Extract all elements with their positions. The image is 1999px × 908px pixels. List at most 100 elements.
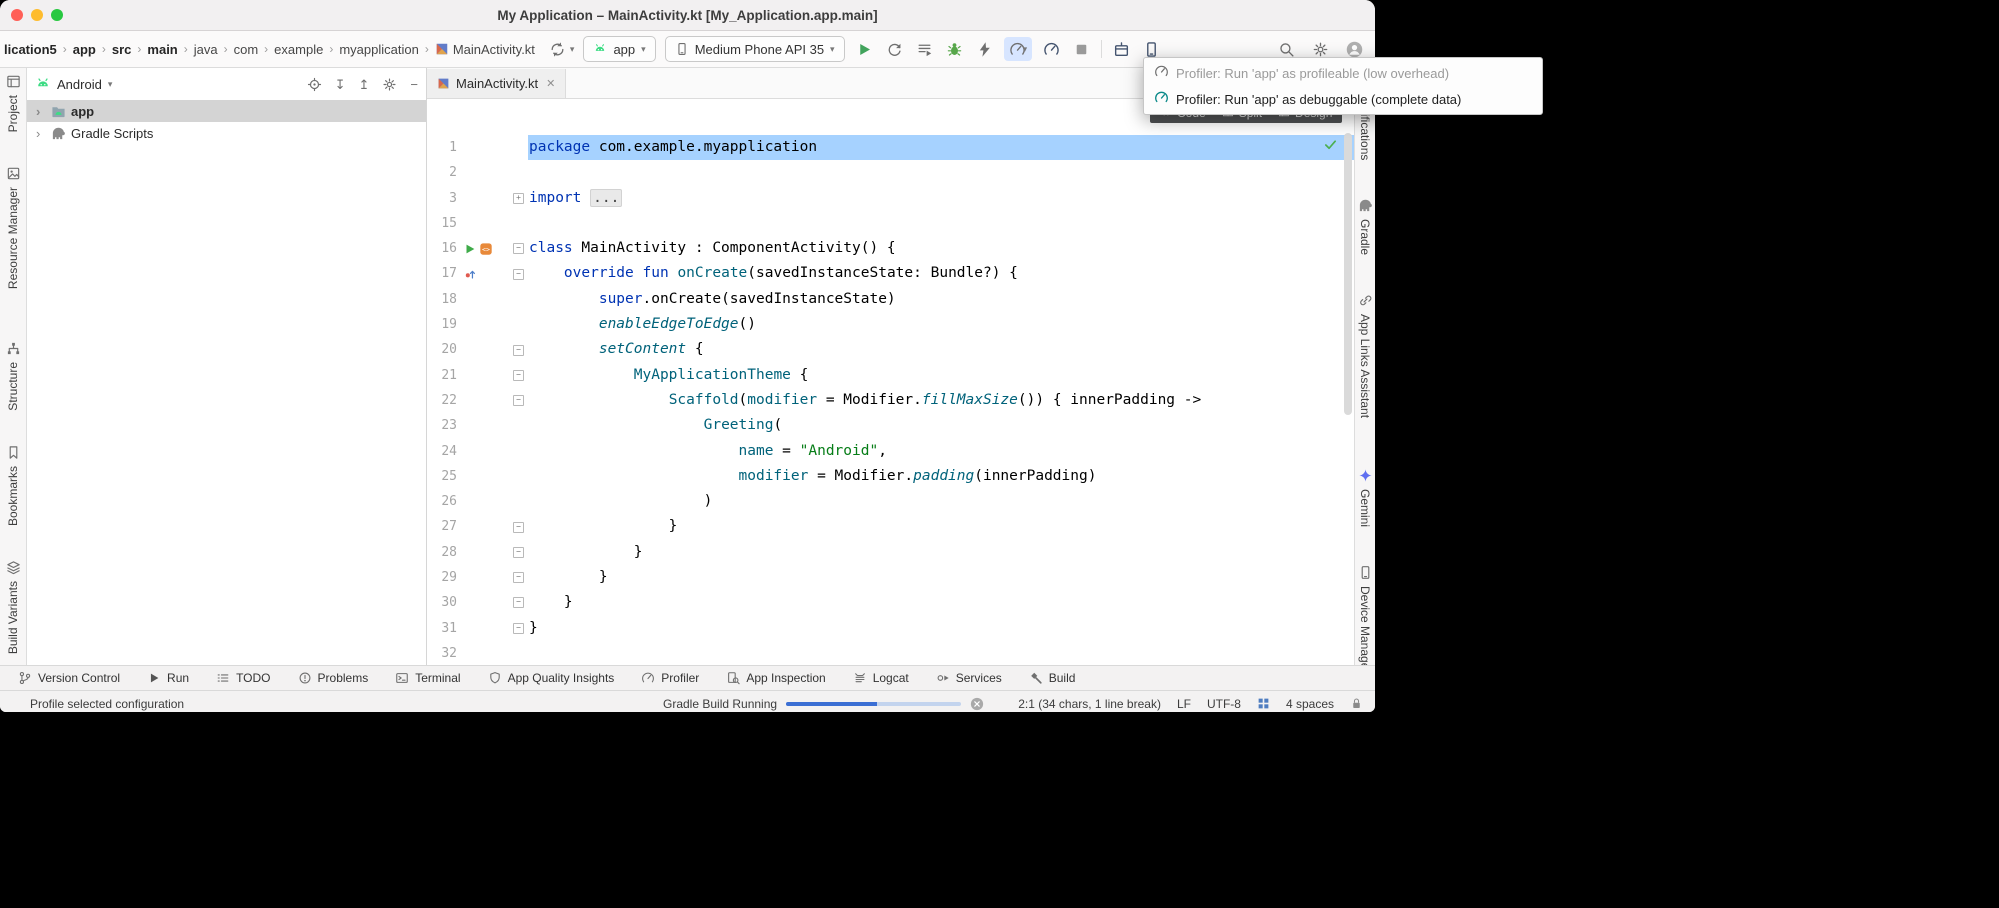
tab-mainactivity[interactable]: MainActivity.kt ✕ xyxy=(427,69,566,98)
line-number[interactable]: 25 xyxy=(427,464,457,489)
run-config-selector[interactable]: app ▾ xyxy=(583,36,655,62)
expand-all-icon[interactable]: ↥ xyxy=(359,78,370,91)
editor-scrollbar[interactable] xyxy=(1344,133,1352,415)
code-line[interactable]: 1package com.example.myapplication xyxy=(427,135,1354,160)
sdk-manager-button[interactable] xyxy=(1111,39,1132,60)
popup-item-profiler-run-app-as-debugga[interactable]: Profiler: Run 'app' as debuggable (compl… xyxy=(1144,86,1542,112)
run-button[interactable] xyxy=(854,39,875,60)
apply-changes-button[interactable] xyxy=(974,39,995,60)
code-line[interactable]: 2 xyxy=(427,160,1354,185)
tool-window-button-build-variants[interactable]: Build Variants xyxy=(6,560,21,654)
line-number[interactable]: 18 xyxy=(427,287,457,312)
line-number[interactable]: 22 xyxy=(427,388,457,413)
code-line[interactable]: 30 − } xyxy=(427,590,1354,615)
locate-file-icon[interactable] xyxy=(307,77,322,92)
line-number[interactable]: 30 xyxy=(427,590,457,615)
code-text[interactable]: override fun onCreate(savedInstanceState… xyxy=(528,261,1354,286)
fold-marker-icon[interactable]: − xyxy=(513,623,524,634)
debug-button[interactable] xyxy=(944,39,965,60)
breadcrumb-java[interactable]: java xyxy=(192,41,220,58)
code-line[interactable]: 31−} xyxy=(427,616,1354,641)
fold-marker-icon[interactable]: − xyxy=(513,597,524,608)
inspections-ok-icon[interactable] xyxy=(1323,137,1338,152)
caret-position[interactable]: 2:1 (34 chars, 1 line break) xyxy=(1018,697,1161,711)
code-text[interactable]: Scaffold(modifier = Modifier.fillMaxSize… xyxy=(528,388,1354,413)
fold-marker-icon[interactable]: − xyxy=(513,572,524,583)
fold-marker-icon[interactable]: − xyxy=(513,370,524,381)
line-number[interactable]: 27 xyxy=(427,514,457,539)
tool-window-button-services[interactable]: Services xyxy=(936,671,1002,685)
code-line[interactable]: 22 − Scaffold(modifier = Modifier.fillMax… xyxy=(427,388,1354,413)
code-line[interactable]: 21− MyApplicationTheme { xyxy=(427,363,1354,388)
code-line[interactable]: 32 xyxy=(427,641,1354,665)
code-line[interactable]: 19 enableEdgeToEdge() xyxy=(427,312,1354,337)
breadcrumb-myapplication[interactable]: myapplication xyxy=(337,41,421,58)
chevron-down-icon[interactable]: ▾ xyxy=(570,44,575,55)
line-number[interactable]: 28 xyxy=(427,540,457,565)
code-text[interactable]: } xyxy=(528,616,1354,641)
tool-window-button-build[interactable]: Build xyxy=(1029,671,1076,685)
tool-window-button-gemini[interactable]: Gemini xyxy=(1358,468,1373,527)
fold-marker-icon[interactable]: − xyxy=(513,269,524,280)
fold-marker-icon[interactable]: − xyxy=(513,345,524,356)
tree-item-app[interactable]: ›app xyxy=(27,100,426,122)
code-text[interactable]: Greeting( xyxy=(528,413,1354,438)
code-line[interactable]: 17 − override fun onCreate(savedInstanceS… xyxy=(427,261,1354,286)
line-number[interactable]: 16 xyxy=(427,236,457,261)
tool-window-button-device-manager[interactable]: Device Manager xyxy=(1358,565,1373,673)
tool-window-button-profiler[interactable]: Profiler xyxy=(641,671,699,685)
breadcrumb-example[interactable]: example xyxy=(272,41,325,58)
code-text[interactable]: } xyxy=(528,590,1354,615)
tool-window-button-app-links-assistant[interactable]: App Links Assistant xyxy=(1358,293,1373,418)
tool-window-button-version-control[interactable]: Version Control xyxy=(18,671,120,685)
line-number[interactable]: 3 xyxy=(427,186,457,211)
code-text[interactable]: } xyxy=(528,514,1354,539)
device-selector[interactable]: Medium Phone API 35 ▾ xyxy=(665,36,845,62)
code-text[interactable]: package com.example.myapplication xyxy=(528,135,1354,160)
code-line[interactable]: 16<>−class MainActivity : ComponentActiv… xyxy=(427,236,1354,261)
code-text[interactable]: enableEdgeToEdge() xyxy=(528,312,1354,337)
tree-item-gradle-scripts[interactable]: ›Gradle Scripts xyxy=(27,122,426,144)
code-line[interactable]: 25 modifier = Modifier.padding(innerPadd… xyxy=(427,464,1354,489)
code-text[interactable]: name = "Android", xyxy=(528,439,1354,464)
collapse-all-icon[interactable]: ↧ xyxy=(335,78,346,91)
line-number[interactable]: 29 xyxy=(427,565,457,590)
fold-marker-icon[interactable]: − xyxy=(513,522,524,533)
fold-marker-icon[interactable]: − xyxy=(513,395,524,406)
sync-dropdown-icon[interactable] xyxy=(549,41,566,58)
run-gutter-icon[interactable] xyxy=(463,242,477,256)
tool-window-button-problems[interactable]: Problems xyxy=(298,671,369,685)
code-line[interactable]: 27 − } xyxy=(427,514,1354,539)
line-number[interactable]: 2 xyxy=(427,160,457,185)
fold-marker-icon[interactable]: + xyxy=(513,193,524,204)
code-line[interactable]: 3 + import ... xyxy=(427,186,1354,211)
code-line[interactable]: 20− setContent { xyxy=(427,337,1354,362)
file-encoding[interactable]: UTF-8 xyxy=(1207,697,1241,711)
fold-marker-icon[interactable]: − xyxy=(513,243,524,254)
chevron-right-icon[interactable]: › xyxy=(36,126,46,141)
tool-window-button-structure[interactable]: Structure xyxy=(6,341,21,411)
stop-button[interactable] xyxy=(1071,39,1092,60)
hide-panel-icon[interactable]: − xyxy=(410,78,418,91)
run-with-coverage-button[interactable] xyxy=(914,39,935,60)
breadcrumb-mainactivity-kt[interactable]: MainActivity.kt xyxy=(433,41,537,58)
popup-item-profiler-run-app-as-profile[interactable]: Profiler: Run 'app' as profileable (low … xyxy=(1144,60,1542,86)
breadcrumb-src[interactable]: src xyxy=(110,41,134,58)
status-message[interactable]: Profile selected configuration xyxy=(30,697,184,711)
tool-window-button-resource-manager[interactable]: Resource Manager xyxy=(6,166,21,289)
tool-window-button-app-inspection[interactable]: App Inspection xyxy=(726,671,825,685)
code-text[interactable]: import ... xyxy=(528,186,1354,211)
breadcrumb-main[interactable]: main xyxy=(145,41,179,58)
code-line[interactable]: 24 name = "Android", xyxy=(427,439,1354,464)
line-number[interactable]: 19 xyxy=(427,312,457,337)
chevron-down-icon[interactable]: ▾ xyxy=(108,79,113,90)
tool-window-button-app-quality-insights[interactable]: App Quality Insights xyxy=(488,671,615,685)
breadcrumb-lication5[interactable]: lication5 xyxy=(2,41,59,58)
line-number[interactable]: 17 xyxy=(427,261,457,286)
line-number[interactable]: 32 xyxy=(427,641,457,665)
code-text[interactable]: ) xyxy=(528,489,1354,514)
tool-window-button-project[interactable]: Project xyxy=(6,74,21,132)
restart-activity-button[interactable] xyxy=(884,39,905,60)
code-text[interactable]: setContent { xyxy=(528,337,1354,362)
tool-window-button-logcat[interactable]: Logcat xyxy=(853,671,909,685)
